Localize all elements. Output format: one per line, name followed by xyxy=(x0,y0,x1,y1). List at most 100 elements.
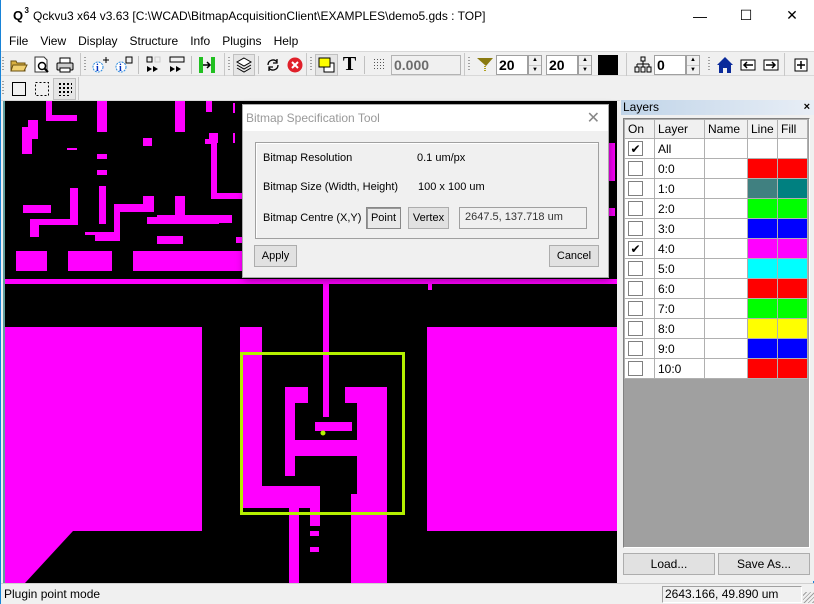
hierarchy-depth-spinner[interactable]: ▲ ▼ xyxy=(686,54,700,75)
close-icon[interactable]: × xyxy=(804,100,810,115)
layer-row[interactable]: 5:0 xyxy=(624,258,808,279)
layer-name[interactable] xyxy=(704,318,748,339)
layer-visibility-checkbox[interactable]: ✔ xyxy=(628,141,643,156)
toolbar-grip[interactable] xyxy=(468,57,470,72)
layer-line-color[interactable] xyxy=(747,358,778,379)
home-button[interactable] xyxy=(713,54,736,76)
layer-fill-color[interactable] xyxy=(777,298,808,319)
layers-toggle-button[interactable] xyxy=(233,53,256,76)
toolbar-grip[interactable] xyxy=(2,81,4,96)
layer-name[interactable] xyxy=(704,218,748,239)
select-rect-button[interactable] xyxy=(7,78,30,100)
layer-row[interactable]: ✔ All xyxy=(624,138,808,159)
toolbar-grip[interactable] xyxy=(708,57,710,72)
layer-name[interactable] xyxy=(704,278,748,299)
forward-button[interactable] xyxy=(759,54,782,76)
toolbar-grip[interactable] xyxy=(310,57,312,72)
layer-visibility-checkbox[interactable] xyxy=(628,301,643,316)
zoom-in-button[interactable] xyxy=(789,54,812,76)
layer-table-container[interactable]: On Layer Name Line Fill ✔ All 0:0 1:0 2:0 3:0… xyxy=(623,118,810,548)
layer-name[interactable] xyxy=(704,198,748,219)
refresh-button[interactable] xyxy=(262,54,284,76)
layer-fill-color[interactable] xyxy=(777,238,808,259)
layer-fill-color[interactable] xyxy=(777,358,808,379)
info-point-button[interactable]: i xyxy=(89,54,112,76)
layer-line-color[interactable] xyxy=(747,138,778,159)
menu-display[interactable]: Display xyxy=(72,31,123,51)
layer-fill-color[interactable] xyxy=(777,278,808,299)
toolbar-grip[interactable] xyxy=(228,57,230,72)
layer-row[interactable]: 2:0 xyxy=(624,198,808,219)
spin-down-icon[interactable]: ▼ xyxy=(687,66,699,75)
layer-line-color[interactable] xyxy=(747,338,778,359)
layer-line-color[interactable] xyxy=(747,278,778,299)
hierarchy-depth-input[interactable]: 0 xyxy=(654,54,686,75)
resize-grip[interactable] xyxy=(803,592,814,603)
layer-fill-color[interactable] xyxy=(777,258,808,279)
width-input[interactable]: 20 xyxy=(496,54,528,75)
menu-view[interactable]: View xyxy=(34,31,72,51)
layer-line-color[interactable] xyxy=(747,178,778,199)
save-as-button[interactable]: Save As... xyxy=(718,553,810,575)
layer-fill-color[interactable] xyxy=(777,218,808,239)
layer-row[interactable]: 10:0 xyxy=(624,358,808,379)
fit-width-button[interactable] xyxy=(195,54,218,76)
layer-line-color[interactable] xyxy=(747,198,778,219)
point-button[interactable]: Point xyxy=(366,207,401,229)
cancel-button[interactable]: Cancel xyxy=(549,245,599,267)
hierarchy-button[interactable] xyxy=(631,54,654,76)
menu-plugins[interactable]: Plugins xyxy=(216,31,267,51)
step-over-button[interactable] xyxy=(165,54,188,76)
layer-name[interactable] xyxy=(704,258,748,279)
layer-row[interactable]: 3:0 xyxy=(624,218,808,239)
spin-up-icon[interactable]: ▲ xyxy=(579,56,591,66)
layer-name[interactable] xyxy=(704,358,748,379)
layer-fill-color[interactable] xyxy=(777,338,808,359)
column-name[interactable]: Name xyxy=(704,119,748,139)
dialog-title-bar[interactable]: Bitmap Specification Tool ✕ xyxy=(243,105,608,131)
layer-fill-color[interactable] xyxy=(777,198,808,219)
layer-line-color[interactable] xyxy=(747,318,778,339)
layer-fill-color[interactable] xyxy=(777,318,808,339)
spin-down-icon[interactable]: ▼ xyxy=(529,66,541,75)
apply-button[interactable]: Apply xyxy=(254,245,297,267)
layer-visibility-checkbox[interactable] xyxy=(628,201,643,216)
info-box-button[interactable]: i xyxy=(112,54,135,76)
text-toggle-button[interactable]: T xyxy=(338,53,361,76)
layer-name[interactable] xyxy=(704,178,748,199)
layer-line-color[interactable] xyxy=(747,258,778,279)
layer-line-color[interactable] xyxy=(747,218,778,239)
fill-toggle-button[interactable] xyxy=(315,53,338,76)
vertex-button[interactable]: Vertex xyxy=(408,207,449,229)
layer-row[interactable]: 7:0 xyxy=(624,298,808,319)
layer-name[interactable] xyxy=(704,138,748,159)
layer-line-color[interactable] xyxy=(747,238,778,259)
stop-button[interactable] xyxy=(284,54,306,76)
layer-line-color[interactable] xyxy=(747,298,778,319)
toolbar-grip[interactable] xyxy=(84,57,86,72)
open-file-button[interactable] xyxy=(7,54,30,76)
menu-info[interactable]: Info xyxy=(184,31,216,51)
load-button[interactable]: Load... xyxy=(623,553,715,575)
menu-help[interactable]: Help xyxy=(268,31,305,51)
menu-structure[interactable]: Structure xyxy=(124,31,185,51)
layer-row[interactable]: 0:0 xyxy=(624,158,808,179)
close-button[interactable]: ✕ xyxy=(769,0,814,31)
height-input[interactable]: 20 xyxy=(546,54,578,75)
spin-up-icon[interactable]: ▲ xyxy=(687,56,699,66)
layer-visibility-checkbox[interactable] xyxy=(628,181,643,196)
step-into-button[interactable] xyxy=(142,54,165,76)
layer-visibility-checkbox[interactable] xyxy=(628,221,643,236)
layer-visibility-checkbox[interactable] xyxy=(628,261,643,276)
height-spinner[interactable]: ▲ ▼ xyxy=(578,54,592,75)
filter-button[interactable] xyxy=(473,54,496,76)
print-button[interactable] xyxy=(53,54,76,76)
maximize-button[interactable]: ☐ xyxy=(723,0,769,31)
select-dotted-button[interactable] xyxy=(30,78,53,100)
layer-row[interactable]: 8:0 xyxy=(624,318,808,339)
color-swatch-button[interactable] xyxy=(598,54,618,75)
column-on[interactable]: On xyxy=(624,119,655,139)
layer-name[interactable] xyxy=(704,298,748,319)
layer-fill-color[interactable] xyxy=(777,158,808,179)
column-layer[interactable]: Layer xyxy=(654,119,705,139)
